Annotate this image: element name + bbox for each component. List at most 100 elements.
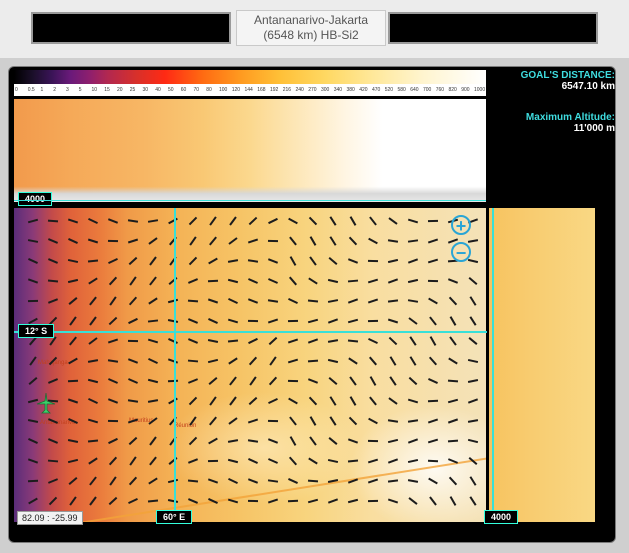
wind-arrow [428,356,438,366]
wind-arrow [348,416,358,426]
wind-arrow [207,478,219,484]
color-scale-tick: 270 [308,87,317,93]
info-panel: GOAL'S DISTANCE: 6547.10 km Maximum Alti… [497,70,615,154]
wind-arrow [148,297,158,305]
wind-arrow [148,357,158,365]
altitude-line [492,208,494,522]
wind-arrow [268,397,278,405]
wind-arrow [327,318,339,324]
wind-arrow [209,416,217,426]
wind-arrow [448,357,458,365]
color-scale-tick: 15 [104,87,110,93]
wind-arrow [429,336,437,346]
wind-arrow [469,476,477,486]
wind-arrow [387,458,399,464]
wind-arrow [188,216,198,226]
wind-arrow [167,298,179,304]
wind-arrow [287,358,299,364]
wind-arrow [48,258,58,264]
wind-arrow [247,238,259,244]
wind-arrow [47,238,59,244]
wind-arrow [247,439,259,443]
wind-arrow [268,336,278,346]
zoom-out-button[interactable]: − [451,242,471,263]
wind-arrow [147,378,159,384]
wind-arrow [289,256,297,266]
wind-arrow [407,438,419,444]
wind-arrow [447,398,459,404]
wind-arrow [87,378,99,384]
wind-arrow [429,316,437,326]
wind-arrow [449,316,457,326]
wind-arrow [427,238,439,244]
wind-arrow [88,277,98,285]
wind-arrow [167,478,179,484]
wind-arrow [408,497,418,505]
goal-distance-label: GOAL'S DISTANCE: [520,70,615,81]
wind-arrow [209,236,217,246]
wind-arrow [227,318,239,324]
wind-arrow [147,338,159,344]
wind-arrow [248,337,258,345]
wind-map[interactable]: Mahajanga Antananarivo Mauritius Réunion [14,208,486,522]
wind-arrow [327,339,339,343]
wind-arrow [267,479,279,483]
wind-arrow [27,419,39,423]
wind-arrow [327,358,339,364]
wind-arrow [409,356,417,366]
wind-arrow [329,216,337,226]
top-bar: Antananarivo-Jakarta (6548 km) HB-Si2 [0,0,629,59]
wind-arrow [408,376,418,386]
color-scale-tick: 1 [40,87,44,93]
wind-arrow [28,258,38,264]
goal-distance-value: 6547.10 km [561,81,615,92]
wind-arrow [427,459,439,463]
wind-arrow [427,279,439,283]
title-line2: (6548 km) HB-Si2 [263,28,359,42]
wind-arrow [107,338,119,344]
wind-arrow [349,376,357,386]
wind-arrow [167,499,179,503]
wind-arrow [308,277,318,285]
color-scale-tick: 820 [448,87,457,93]
wind-arrow [227,458,239,464]
wind-arrow [308,396,318,406]
wind-arrow [188,338,198,344]
wind-arrow [367,298,379,304]
wind-arrow [67,379,79,383]
wind-arrow [367,278,379,284]
altitude-profile[interactable] [14,99,486,202]
wind-arrow [307,318,319,324]
wind-arrow [227,339,239,343]
wind-arrow [27,479,39,483]
wind-arrow [468,337,478,345]
wind-arrow [249,376,257,386]
wind-arrow [29,356,37,366]
color-scale-gradient [14,70,486,84]
wind-arrow [69,316,77,326]
wind-arrow [328,377,338,385]
wind-arrow [388,336,398,346]
vertical-profile[interactable] [489,208,595,522]
wind-arrow [108,437,118,445]
wind-arrow [348,357,358,365]
wind-arrow [267,498,279,504]
wind-arrow [467,258,479,264]
wind-arrow [369,376,377,386]
wind-arrow [427,399,439,403]
wind-arrow [347,298,359,304]
wind-arrow [227,498,239,504]
wind-arrow [467,438,479,444]
wind-arrow [248,396,258,406]
wind-arrow [129,456,137,466]
wind-arrow [247,259,259,263]
color-scale-tick: 144 [244,87,253,93]
wind-arrow [89,296,97,306]
wind-arrow [47,459,59,463]
wind-arrow [328,257,338,265]
wind-arrow [187,378,199,384]
profile-baseline [14,200,486,201]
zoom-in-button[interactable]: + [451,215,471,236]
wind-arrow [67,278,79,284]
wind-arrow [327,278,339,284]
